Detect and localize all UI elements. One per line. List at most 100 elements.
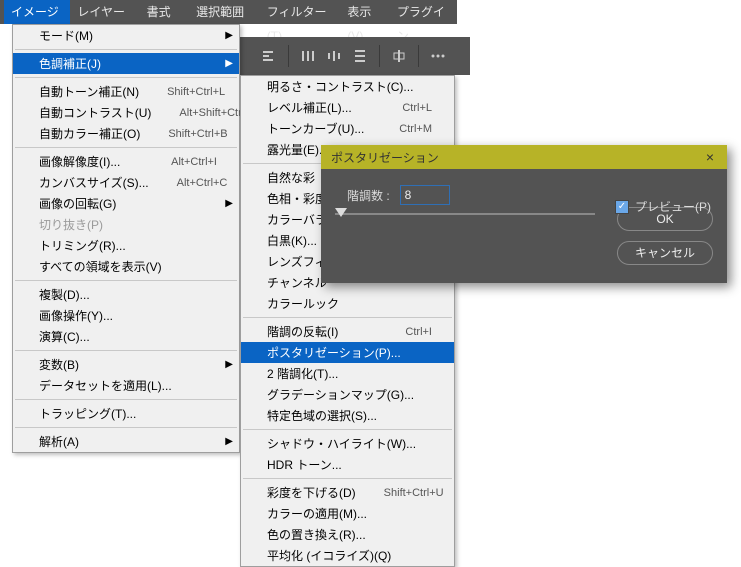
menu-item[interactable]: モード(M) ▶ — [13, 25, 239, 46]
menu-item: 切り抜き(P) — [13, 214, 239, 235]
menu-item-label: 演算(C)... — [39, 328, 217, 345]
menu-item-shortcut: Ctrl+M — [399, 123, 432, 135]
distribute-center-icon[interactable] — [325, 47, 343, 65]
menu-item-shortcut: Shift+Ctrl+L — [167, 86, 225, 98]
levels-label: 階調数 : — [347, 187, 390, 204]
dialog-title: ポスタリゼーション — [331, 149, 699, 166]
menu-item-label: ポスタリゼーション(P)... — [267, 344, 432, 361]
menu-item[interactable]: 彩度を下げる(D) Shift+Ctrl+U — [241, 482, 454, 503]
menu-item[interactable]: カンバスサイズ(S)... Alt+Ctrl+C — [13, 172, 239, 193]
options-bar — [240, 37, 470, 75]
menu-item[interactable]: 自動カラー補正(O)Shift+Ctrl+B — [13, 123, 239, 144]
menu-item-label: カラーの適用(M)... — [267, 505, 432, 522]
menu-plugin[interactable]: プラグイン — [390, 0, 457, 24]
menu-item[interactable]: HDR トーン... — [241, 454, 454, 475]
menu-item-label: 切り抜き(P) — [39, 216, 217, 233]
menu-item[interactable]: シャドウ・ハイライト(W)... — [241, 433, 454, 454]
menu-item-label: シャドウ・ハイライト(W)... — [267, 435, 432, 452]
menu-type[interactable]: 書式(Y) — [140, 0, 189, 24]
menu-image[interactable]: イメージ(I) — [4, 0, 70, 24]
menu-item[interactable]: データセットを適用(L)... — [13, 375, 239, 396]
menu-item[interactable]: 変数(B) ▶ — [13, 354, 239, 375]
dialog-titlebar[interactable]: ポスタリゼーション × — [321, 145, 727, 169]
menu-item-label: トーンカーブ(U)... — [267, 120, 371, 137]
menu-item-shortcut: Shift+Ctrl+U — [384, 487, 444, 499]
menu-item-label: グラデーションマップ(G)... — [267, 386, 432, 403]
menu-item[interactable]: 画像の回転(G) ▶ — [13, 193, 239, 214]
menu-item-shortcut: Alt+Ctrl+C — [177, 177, 228, 189]
menu-item[interactable]: 明るさ・コントラスト(C)... — [241, 76, 454, 97]
menu-item-label: 画像解像度(I)... — [39, 153, 143, 170]
menu-filter[interactable]: フィルター(T) — [260, 0, 341, 24]
menu-item-label: 解析(A) — [39, 433, 217, 450]
menu-item-label: 画像操作(Y)... — [39, 307, 217, 324]
menu-item[interactable]: 自動トーン補正(N)Shift+Ctrl+L — [13, 81, 239, 102]
submenu-arrow-icon: ▶ — [225, 359, 233, 370]
submenu-arrow-icon: ▶ — [225, 30, 233, 41]
menu-item[interactable]: 色の置き換え(R)... — [241, 524, 454, 545]
menu-item-shortcut: Alt+Ctrl+I — [171, 156, 217, 168]
menu-item-label: 自動コントラスト(U) — [39, 104, 151, 121]
menu-item-label: 彩度を下げる(D) — [267, 484, 356, 501]
menu-item-label: 画像の回転(G) — [39, 195, 217, 212]
menu-item-label: トリミング(R)... — [39, 237, 217, 254]
menu-item[interactable]: 複製(D)... — [13, 284, 239, 305]
menu-item[interactable]: レベル補正(L)...Ctrl+L — [241, 97, 454, 118]
menu-item[interactable]: 色調補正(J) ▶ — [13, 53, 239, 74]
menu-item-label: カラールック — [267, 295, 432, 312]
submenu-arrow-icon: ▶ — [225, 198, 233, 209]
menu-item-label: 変数(B) — [39, 356, 217, 373]
menu-item-label: カンバスサイズ(S)... — [39, 174, 149, 191]
menu-item-label: 明るさ・コントラスト(C)... — [267, 78, 432, 95]
menu-item-shortcut: Ctrl+L — [402, 102, 432, 114]
menu-item-label: 色の置き換え(R)... — [267, 526, 432, 543]
menu-item-label: すべての領域を表示(V) — [39, 258, 217, 275]
menu-select[interactable]: 選択範囲(S) — [189, 0, 260, 24]
menu-item-label: 平均化 (イコライズ)(Q) — [267, 547, 432, 564]
posterize-dialog: ポスタリゼーション × 階調数 : OK キャンセル ✓ プレビュー(P) — [321, 145, 727, 283]
menu-item-label: トラッピング(T)... — [39, 405, 217, 422]
menu-item-label: HDR トーン... — [267, 456, 432, 473]
menubar: イメージ(I) レイヤー(L) 書式(Y) 選択範囲(S) フィルター(T) 表… — [0, 0, 457, 24]
distribute-vertical-icon[interactable] — [351, 47, 369, 65]
menu-image-dropdown: モード(M)▶色調補正(J)▶自動トーン補正(N)Shift+Ctrl+L自動コ… — [12, 24, 240, 453]
menu-item[interactable]: すべての領域を表示(V) — [13, 256, 239, 277]
menu-item[interactable]: トリミング(R)... — [13, 235, 239, 256]
menu-item[interactable]: カラールック — [241, 293, 454, 314]
submenu-arrow-icon: ▶ — [225, 58, 233, 69]
submenu-arrow-icon: ▶ — [225, 436, 233, 447]
menu-item[interactable]: 画像解像度(I)... Alt+Ctrl+I — [13, 151, 239, 172]
distribute-horizontal-icon[interactable] — [299, 47, 317, 65]
close-icon[interactable]: × — [699, 149, 721, 165]
menu-item-label: 複製(D)... — [39, 286, 217, 303]
menu-item[interactable]: ポスタリゼーション(P)... — [241, 342, 454, 363]
menu-item-label: 特定色域の選択(S)... — [267, 407, 432, 424]
menu-item[interactable]: トラッピング(T)... — [13, 403, 239, 424]
menu-item[interactable]: 解析(A) ▶ — [13, 431, 239, 452]
menu-item[interactable]: 自動コントラスト(U)Alt+Shift+Ctrl+L — [13, 102, 239, 123]
align-vertical-icon[interactable] — [390, 47, 408, 65]
menu-item[interactable]: 階調の反転(I)Ctrl+I — [241, 321, 454, 342]
menu-item[interactable]: トーンカーブ(U)... Ctrl+M — [241, 118, 454, 139]
preview-label: プレビュー(P) — [635, 198, 711, 215]
menu-item-label: 色調補正(J) — [39, 55, 217, 72]
menu-item-label: 自動カラー補正(O) — [39, 125, 140, 142]
menu-item[interactable]: 画像操作(Y)... — [13, 305, 239, 326]
levels-slider[interactable] — [335, 213, 595, 215]
levels-input[interactable] — [400, 185, 450, 205]
menu-item[interactable]: グラデーションマップ(G)... — [241, 384, 454, 405]
menu-item[interactable]: 演算(C)... — [13, 326, 239, 347]
preview-checkbox[interactable]: ✓ プレビュー(P) — [615, 198, 711, 215]
menu-item-label: モード(M) — [39, 27, 217, 44]
cancel-button[interactable]: キャンセル — [617, 241, 713, 265]
menu-item-label: 階調の反転(I) — [267, 323, 377, 340]
more-icon[interactable] — [429, 47, 447, 65]
menu-view[interactable]: 表示(V) — [340, 0, 389, 24]
menu-item[interactable]: 特定色域の選択(S)... — [241, 405, 454, 426]
menu-item[interactable]: カラーの適用(M)... — [241, 503, 454, 524]
menu-item[interactable]: 平均化 (イコライズ)(Q) — [241, 545, 454, 566]
menu-item[interactable]: 2 階調化(T)... — [241, 363, 454, 384]
menu-layer[interactable]: レイヤー(L) — [70, 0, 139, 24]
align-left-icon[interactable] — [260, 47, 278, 65]
slider-thumb-icon[interactable] — [335, 208, 347, 217]
